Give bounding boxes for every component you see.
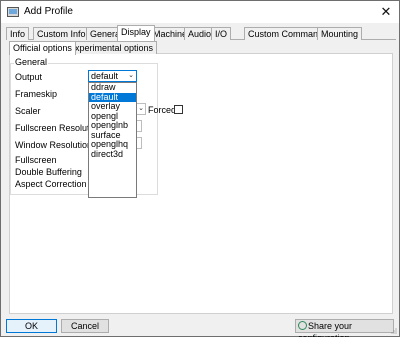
fullscreen-label: Fullscreen xyxy=(15,155,57,165)
tab-mounting[interactable]: Mounting xyxy=(317,27,363,40)
forced-checkbox[interactable] xyxy=(174,105,183,114)
general-group-title: General xyxy=(14,57,49,67)
output-combo[interactable]: default ⌄ xyxy=(88,70,137,82)
window-title: Add Profile xyxy=(24,6,73,17)
chevron-down-icon: ⌄ xyxy=(128,72,134,79)
tab-io[interactable]: I/O xyxy=(211,27,232,40)
ok-button[interactable]: OK xyxy=(6,319,57,333)
output-option-direct3d[interactable]: direct3d xyxy=(89,149,136,160)
share-icon xyxy=(298,321,307,331)
aspect-correction-label: Aspect Correction xyxy=(15,179,87,189)
share-configuration-button[interactable]: Share your configuration xyxy=(295,319,394,337)
sub-tab-bar: Official options Experimental options xyxy=(9,41,393,55)
tab-official-options[interactable]: Official options xyxy=(9,41,76,55)
title-bar: Add Profile ✕ xyxy=(1,1,399,23)
tab-display[interactable]: Display xyxy=(117,25,155,41)
output-dropdown-list: ddraw default overlay opengl openglnb su… xyxy=(88,82,137,198)
forced-label: Forced xyxy=(148,105,177,115)
window-resolution-label: Window Resolution xyxy=(15,140,93,150)
add-profile-dialog: Add Profile ✕ Info Custom Info General D… xyxy=(0,0,400,337)
cancel-button[interactable]: Cancel xyxy=(61,319,109,333)
tab-info[interactable]: Info xyxy=(6,27,30,40)
tab-custom-info[interactable]: Custom Info xyxy=(33,27,90,40)
resize-grip-icon[interactable] xyxy=(391,328,397,334)
main-tab-bar: Info Custom Info General Display Machine… xyxy=(6,25,396,41)
frameskip-label: Frameskip xyxy=(15,89,58,99)
tab-experimental-options[interactable]: Experimental options xyxy=(65,41,158,54)
close-icon[interactable]: ✕ xyxy=(377,3,395,21)
scaler-label: Scaler xyxy=(15,106,41,116)
output-combo-value: default xyxy=(91,71,119,81)
scaler-chevron-icon: ⌄ xyxy=(138,105,144,112)
double-buffering-label: Double Buffering xyxy=(15,167,82,177)
app-icon xyxy=(7,6,19,18)
output-label: Output xyxy=(15,72,43,82)
